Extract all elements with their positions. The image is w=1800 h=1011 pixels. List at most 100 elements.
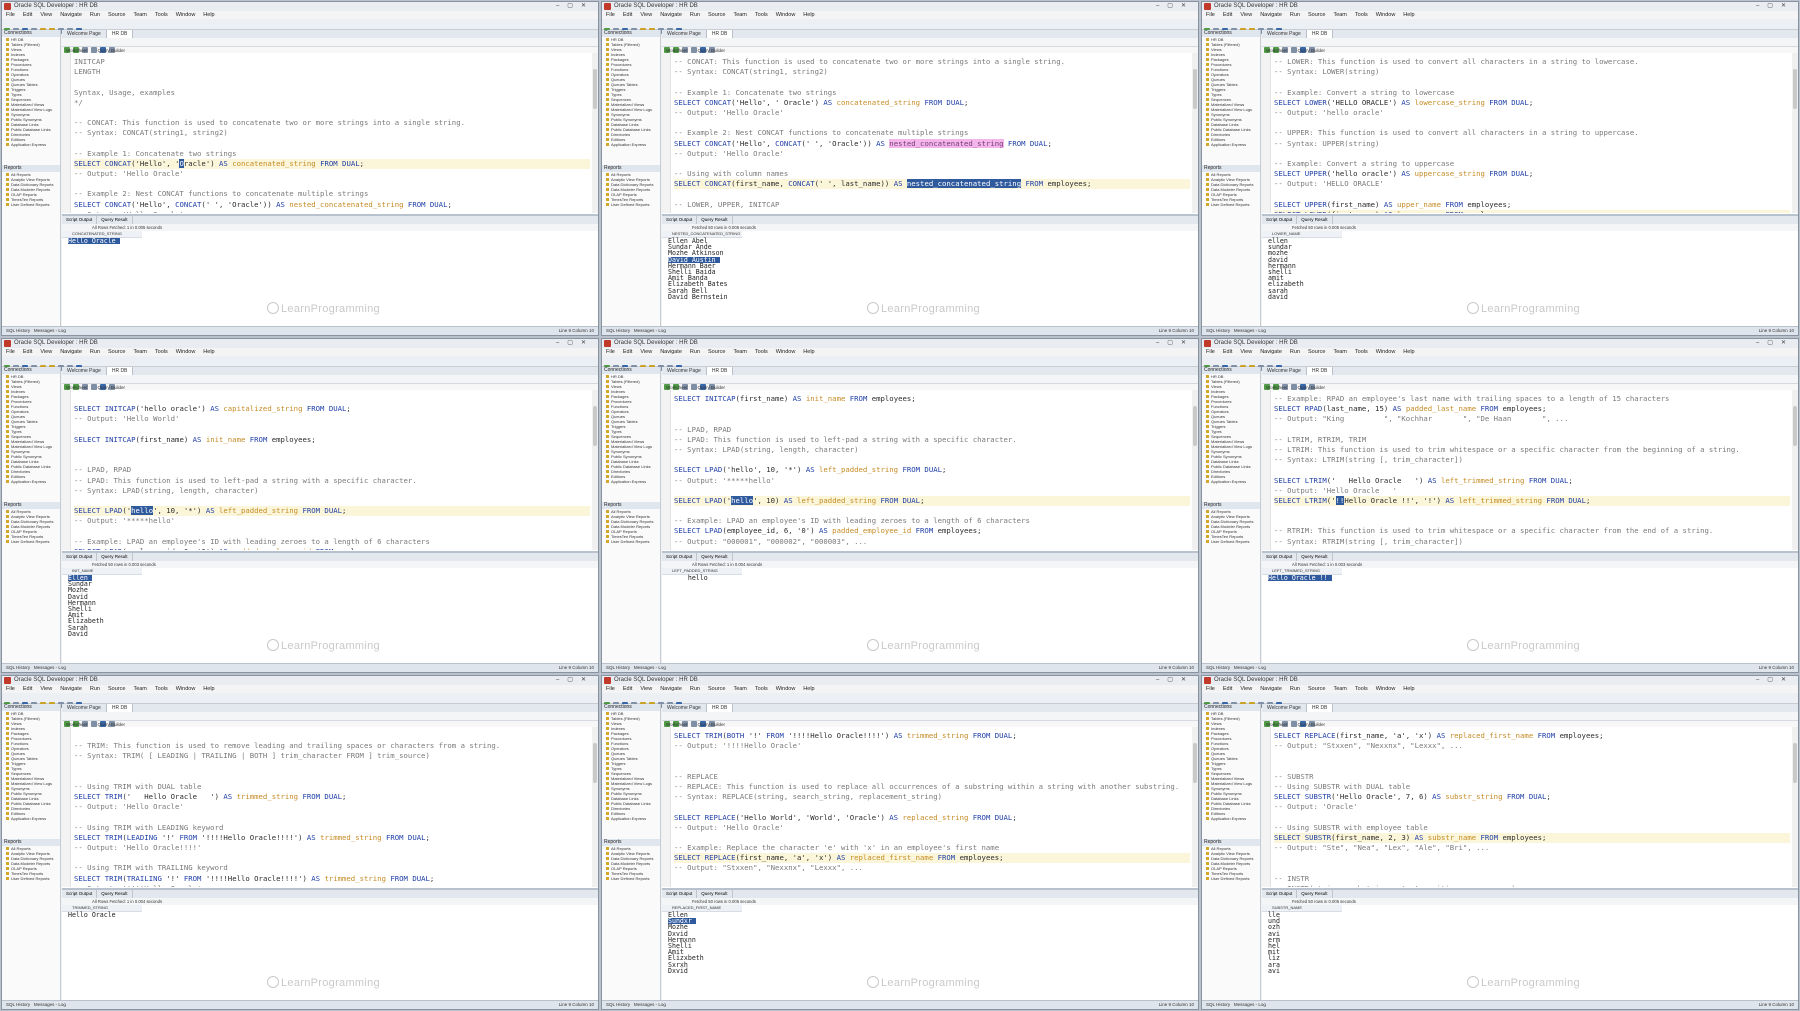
comment-line[interactable]: [1274, 506, 1790, 516]
comment-line[interactable]: [74, 853, 590, 863]
code-lines[interactable]: -- Example: RPAD an employee's last name…: [1274, 394, 1790, 550]
comment-line[interactable]: -- LPAD, RPAD: [674, 425, 1190, 435]
menu-item-view[interactable]: View: [40, 686, 52, 692]
messages-log-tab[interactable]: Messages - Log: [634, 665, 666, 670]
result-tab-query-result[interactable]: Query Result: [697, 553, 733, 561]
comment-line[interactable]: -- Output: 'Hello Oracle!!!!': [74, 843, 590, 853]
comment-line[interactable]: [674, 414, 1190, 424]
comment-line[interactable]: -- Example: LPAD an employee's ID with l…: [74, 537, 590, 547]
comment-line[interactable]: -- Output: '!!!!Hello Oracle': [74, 884, 590, 887]
comment-line[interactable]: [74, 496, 590, 506]
editor-scrollbar[interactable]: [1192, 53, 1198, 213]
comment-line[interactable]: -- Using SUBSTR with DUAL table: [1274, 782, 1790, 792]
menu-item-run[interactable]: Run: [90, 686, 100, 692]
menu-item-window[interactable]: Window: [176, 686, 196, 692]
menu-item-navigate[interactable]: Navigate: [1260, 349, 1282, 355]
menu-item-file[interactable]: File: [606, 349, 615, 355]
result-tab-query-result[interactable]: Query Result: [97, 890, 133, 898]
menu-item-view[interactable]: View: [640, 12, 652, 18]
menu-item-team[interactable]: Team: [133, 12, 146, 18]
result-tab-script-output[interactable]: Script Output: [662, 890, 698, 898]
menu-item-navigate[interactable]: Navigate: [1260, 686, 1282, 692]
tab-welcome-page[interactable]: Welcome Page: [662, 367, 707, 375]
comment-line[interactable]: [1274, 465, 1790, 475]
menu-item-team[interactable]: Team: [1333, 12, 1346, 18]
tree-item[interactable]: Application Express: [602, 816, 660, 821]
menu-item-edit[interactable]: Edit: [623, 686, 632, 692]
result-tab-script-output[interactable]: Script Output: [1262, 553, 1298, 561]
menu-item-tools[interactable]: Tools: [1355, 686, 1368, 692]
code-lines[interactable]: -- CONCAT: This function is used to conc…: [674, 57, 1190, 213]
result-cell[interactable]: David Bernstein: [668, 293, 728, 301]
result-tab-query-result[interactable]: Query Result: [1297, 553, 1333, 561]
sql-editor[interactable]: -- TRIM: This function is used to remove…: [62, 727, 598, 887]
menu-item-edit[interactable]: Edit: [1223, 686, 1232, 692]
comment-line[interactable]: -- Output: '!!!!Hello Oracle': [674, 741, 1190, 751]
tree-item[interactable]: Application Express: [602, 142, 660, 147]
code-line[interactable]: SELECT CONCAT('Hello', CONCAT(' ', 'Orac…: [674, 138, 1190, 149]
code-lines[interactable]: SELECT REPLACE(first_name, 'a', 'x') AS …: [1274, 731, 1790, 887]
tree-item[interactable]: Application Express: [1202, 142, 1260, 147]
menu-item-source[interactable]: Source: [1308, 686, 1325, 692]
menu-item-source[interactable]: Source: [1308, 12, 1325, 18]
comment-line[interactable]: -- Example 1: Concatenate two strings: [74, 149, 590, 159]
code-line[interactable]: SELECT REPLACE(first_name, 'a', 'x') AS …: [1274, 731, 1790, 741]
result-tab-script-output[interactable]: Script Output: [62, 553, 98, 561]
comment-line[interactable]: -- Output: 'Hello Oracle ': [1274, 486, 1790, 496]
menu-item-window[interactable]: Window: [176, 12, 196, 18]
menu-item-source[interactable]: Source: [708, 349, 725, 355]
comment-line[interactable]: [1274, 853, 1790, 863]
comment-line[interactable]: -- Output: "King ", "Kochhar ", "De Haan…: [1274, 414, 1790, 424]
result-cell[interactable]: david: [1268, 293, 1288, 301]
comment-line[interactable]: [1274, 751, 1790, 761]
result-tab-query-result[interactable]: Query Result: [97, 216, 133, 224]
tree-item[interactable]: Application Express: [2, 142, 60, 147]
comment-line[interactable]: [674, 802, 1190, 812]
sql-editor[interactable]: INITCAP LENGTH Syntax, Usage, examples */ --…: [62, 53, 598, 213]
editor-scrollbar[interactable]: [1792, 390, 1798, 550]
comment-line[interactable]: -- LTRIM: This function is used to trim …: [1274, 445, 1790, 455]
menu-item-view[interactable]: View: [640, 349, 652, 355]
code-line[interactable]: SELECT LTRIM('!!Hello Oracle !!', '!') A…: [1274, 495, 1790, 507]
result-tab-query-result[interactable]: Query Result: [697, 890, 733, 898]
result-tab-query-result[interactable]: Query Result: [1297, 216, 1333, 224]
editor-scrollbar[interactable]: [1792, 727, 1798, 887]
table-row[interactable]: David: [68, 630, 598, 638]
comment-line[interactable]: -- Example 2: Nest CONCAT functions to c…: [674, 128, 1190, 138]
menu-item-help[interactable]: Help: [1403, 349, 1414, 355]
tab-hr-db[interactable]: HR DB: [706, 704, 734, 712]
comment-line[interactable]: -- SUBSTR: [1274, 772, 1790, 782]
result-tab-query-result[interactable]: Query Result: [1297, 890, 1333, 898]
tab-welcome-page[interactable]: Welcome Page: [1262, 367, 1307, 375]
menu-item-view[interactable]: View: [1240, 12, 1252, 18]
tab-welcome-page[interactable]: Welcome Page: [62, 367, 107, 375]
tab-hr-db[interactable]: HR DB: [106, 704, 134, 712]
tree-item[interactable]: Application Express: [602, 479, 660, 484]
code-lines[interactable]: SELECT INITCAP('hello oracle') AS capita…: [74, 394, 590, 550]
menu-item-edit[interactable]: Edit: [23, 686, 32, 692]
menu-item-file[interactable]: File: [1206, 686, 1215, 692]
result-cell[interactable]: David: [68, 630, 88, 638]
code-lines[interactable]: SELECT TRIM(BOTH '!' FROM '!!!!Hello Ora…: [674, 731, 1190, 887]
comment-line[interactable]: -- Syntax: LPAD(string, length, characte…: [74, 486, 590, 496]
messages-log-tab[interactable]: Messages - Log: [1234, 328, 1266, 333]
report-item[interactable]: User Defined Reports: [1202, 202, 1260, 207]
code-line[interactable]: SELECT LPAD(employee_id, 6, '0') AS padd…: [674, 526, 1190, 536]
comment-line[interactable]: -- UPPER: This function is used to conve…: [1274, 128, 1790, 138]
comment-line[interactable]: [674, 751, 1190, 761]
menu-item-view[interactable]: View: [640, 686, 652, 692]
comment-line[interactable]: -- Syntax: CONCAT(string1, string2): [74, 128, 590, 138]
sql-history-tab[interactable]: SQL History: [1206, 665, 1230, 670]
menu-item-edit[interactable]: Edit: [623, 12, 632, 18]
code-line[interactable]: SELECT CONCAT(first_name, CONCAT(' ', la…: [674, 179, 1190, 190]
comment-line[interactable]: -- Using with column names: [674, 169, 1190, 179]
comment-line[interactable]: -- Syntax: REPLACE(string, search_string…: [674, 792, 1190, 802]
comment-line[interactable]: -- Output: 'Hello Oracle': [74, 210, 590, 213]
comment-line[interactable]: [674, 77, 1190, 87]
comment-line[interactable]: [674, 884, 1190, 887]
sql-editor[interactable]: SELECT INITCAP('hello oracle') AS capita…: [62, 390, 598, 550]
sql-editor[interactable]: -- Example: RPAD an employee's last name…: [1262, 390, 1798, 550]
sql-history-tab[interactable]: SQL History: [6, 1002, 30, 1007]
code-line[interactable]: SELECT TRIM(LEADING '!' FROM '!!!!Hello …: [74, 833, 590, 843]
menu-item-run[interactable]: Run: [1290, 349, 1300, 355]
